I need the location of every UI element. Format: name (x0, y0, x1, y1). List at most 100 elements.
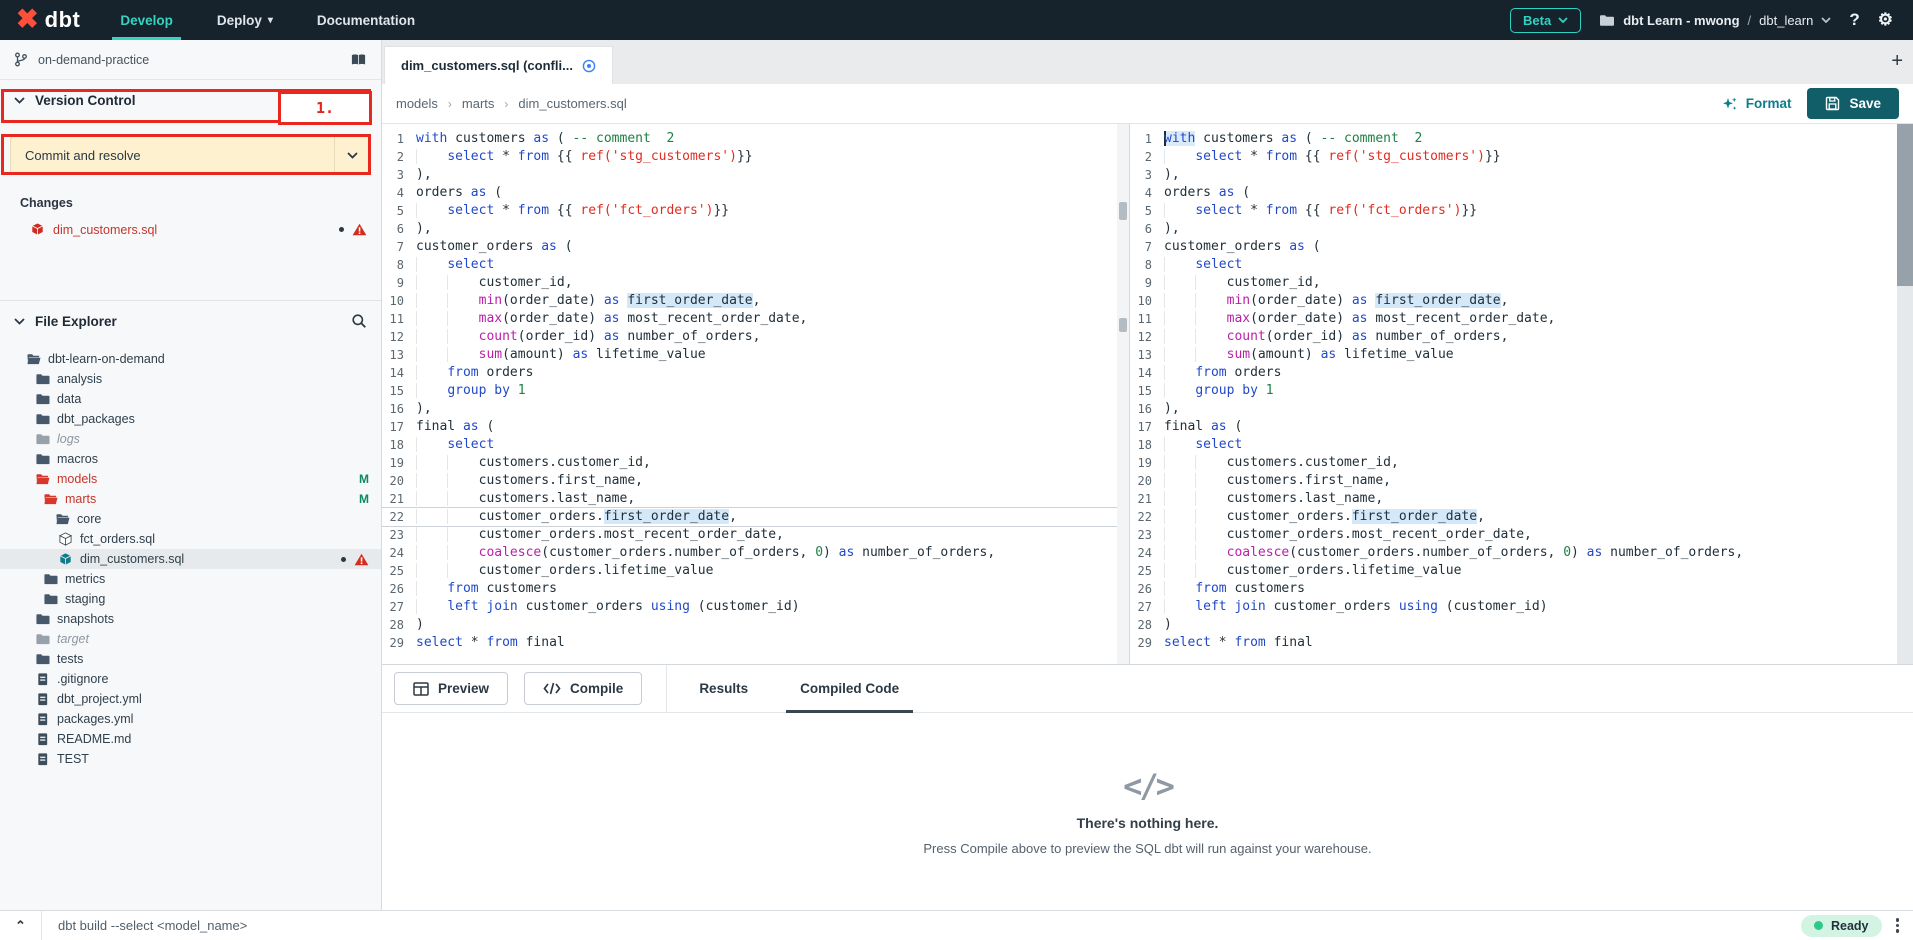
code-line[interactable]: 18 select (382, 436, 1129, 454)
code-line[interactable]: 3), (1130, 166, 1913, 184)
editor-pane-left[interactable]: 1with customers as ( -- comment 22 selec… (382, 124, 1130, 664)
command-panel-toggle[interactable]: ⌃ (0, 911, 42, 940)
code-line[interactable]: 8 select (1130, 256, 1913, 274)
code-line[interactable]: 24 coalesce(customer_orders.number_of_or… (1130, 544, 1913, 562)
file-explorer-header[interactable]: File Explorer (0, 301, 381, 341)
code-line[interactable]: 5 select * from {{ ref('fct_orders')}} (382, 202, 1129, 220)
code-line[interactable]: 5 select * from {{ ref('fct_orders')}} (1130, 202, 1913, 220)
code-line[interactable]: 4orders as ( (382, 184, 1129, 202)
tree-item-tests[interactable]: tests (0, 649, 381, 669)
scrollbar-thumb[interactable] (1119, 318, 1127, 332)
tree-item-dim-customers-sql[interactable]: dim_customers.sql (0, 549, 381, 569)
editor-pane-right[interactable]: 1with customers as ( -- comment 22 selec… (1130, 124, 1913, 664)
code-line[interactable]: 11 max(order_date) as most_recent_order_… (1130, 310, 1913, 328)
pane-scrollbar[interactable] (1117, 124, 1129, 664)
code-line[interactable]: 16), (1130, 400, 1913, 418)
commit-and-resolve-button[interactable]: Commit and resolve (10, 136, 371, 174)
code-line[interactable]: 20 customers.first_name, (382, 472, 1129, 490)
code-line[interactable]: 6), (382, 220, 1129, 238)
code-line[interactable]: 2 select * from {{ ref('stg_customers')}… (382, 148, 1129, 166)
breadcrumb-marts[interactable]: marts (462, 96, 495, 111)
code-line[interactable]: 24 coalesce(customer_orders.number_of_or… (382, 544, 1129, 562)
code-line[interactable]: 2 select * from {{ ref('stg_customers')}… (1130, 148, 1913, 166)
tree-item-logs[interactable]: logs (0, 429, 381, 449)
help-icon[interactable]: ? (1849, 10, 1859, 30)
tree-item-readme-md[interactable]: README.md (0, 729, 381, 749)
code-line[interactable]: 10 min(order_date) as first_order_date, (1130, 292, 1913, 310)
save-button[interactable]: Save (1807, 88, 1899, 119)
preview-button[interactable]: Preview (394, 672, 508, 705)
changed-file-row[interactable]: dim_customers.sql (0, 220, 381, 239)
scrollbar-thumb[interactable] (1897, 124, 1913, 286)
tree-item--gitignore[interactable]: .gitignore (0, 669, 381, 689)
code-line[interactable]: 1with customers as ( -- comment 2 (1130, 130, 1913, 148)
code-line[interactable]: 6), (1130, 220, 1913, 238)
compile-button[interactable]: Compile (524, 672, 642, 705)
code-line[interactable]: 16), (382, 400, 1129, 418)
dbt-logo[interactable]: ✖ dbt (0, 0, 98, 40)
tree-item-metrics[interactable]: metrics (0, 569, 381, 589)
editor-overview-scrollbar[interactable] (1897, 124, 1913, 664)
tree-item-models[interactable]: modelsM (0, 469, 381, 489)
code-line[interactable]: 11 max(order_date) as most_recent_order_… (382, 310, 1129, 328)
docs-book-icon[interactable] (350, 53, 367, 67)
code-line[interactable]: 17final as ( (382, 418, 1129, 436)
code-line[interactable]: 23 customer_orders.most_recent_order_dat… (382, 526, 1129, 544)
tree-item-analysis[interactable]: analysis (0, 369, 381, 389)
tree-item-macros[interactable]: macros (0, 449, 381, 469)
code-line[interactable]: 14 from orders (1130, 364, 1913, 382)
code-line[interactable]: 22 customer_orders.first_order_date, (382, 508, 1129, 526)
code-line[interactable]: 13 sum(amount) as lifetime_value (382, 346, 1129, 364)
code-line[interactable]: 19 customers.customer_id, (382, 454, 1129, 472)
code-line[interactable]: 12 count(order_id) as number_of_orders, (1130, 328, 1913, 346)
code-line[interactable]: 27 left join customer_orders using (cust… (382, 598, 1129, 616)
code-line[interactable]: 13 sum(amount) as lifetime_value (1130, 346, 1913, 364)
code-line[interactable]: 4orders as ( (1130, 184, 1913, 202)
tree-item-dbt-project-yml[interactable]: dbt_project.yml (0, 689, 381, 709)
code-line[interactable]: 29select * from final (1130, 634, 1913, 652)
tab-compiled-code[interactable]: Compiled Code (792, 665, 907, 713)
code-line[interactable]: 7customer_orders as ( (1130, 238, 1913, 256)
code-line[interactable]: 10 min(order_date) as first_order_date, (382, 292, 1129, 310)
breadcrumb-file[interactable]: dim_customers.sql (518, 96, 626, 111)
code-line[interactable]: 22 customer_orders.first_order_date, (1130, 508, 1913, 526)
new-tab-button[interactable]: + (1891, 50, 1903, 73)
code-line[interactable]: 18 select (1130, 436, 1913, 454)
tree-item-test[interactable]: TEST (0, 749, 381, 769)
code-line[interactable]: 25 customer_orders.lifetime_value (382, 562, 1129, 580)
tree-item-dbt-packages[interactable]: dbt_packages (0, 409, 381, 429)
code-line[interactable]: 25 customer_orders.lifetime_value (1130, 562, 1913, 580)
code-line[interactable]: 21 customers.last_name, (1130, 490, 1913, 508)
tree-item-core[interactable]: core (0, 509, 381, 529)
nav-item-deploy[interactable]: Deploy▾ (195, 0, 295, 40)
commit-options-caret[interactable] (334, 137, 370, 173)
scrollbar-thumb[interactable] (1119, 202, 1127, 220)
branch-selector[interactable]: on-demand-practice (0, 40, 381, 80)
code-line[interactable]: 7customer_orders as ( (382, 238, 1129, 256)
format-button[interactable]: Format (1722, 96, 1792, 112)
code-line[interactable]: 19 customers.customer_id, (1130, 454, 1913, 472)
code-line[interactable]: 20 customers.first_name, (1130, 472, 1913, 490)
tree-item-packages-yml[interactable]: packages.yml (0, 709, 381, 729)
code-line[interactable]: 3), (382, 166, 1129, 184)
project-switcher[interactable]: dbt Learn - mwong / dbt_learn (1599, 13, 1831, 28)
code-line[interactable]: 9 customer_id, (382, 274, 1129, 292)
code-line[interactable]: 23 customer_orders.most_recent_order_dat… (1130, 526, 1913, 544)
search-icon[interactable] (351, 313, 367, 329)
code-line[interactable]: 9 customer_id, (1130, 274, 1913, 292)
beta-dropdown[interactable]: Beta (1510, 8, 1581, 33)
tab-results[interactable]: Results (691, 665, 756, 713)
kebab-menu-icon[interactable] (1896, 918, 1900, 933)
tree-item-marts[interactable]: martsM (0, 489, 381, 509)
breadcrumb-models[interactable]: models (396, 96, 438, 111)
code-line[interactable]: 15 group by 1 (382, 382, 1129, 400)
nav-item-documentation[interactable]: Documentation (295, 0, 437, 40)
tree-item-dbt-learn-on-demand[interactable]: dbt-learn-on-demand (0, 349, 381, 369)
code-line[interactable]: 26 from customers (382, 580, 1129, 598)
code-line[interactable]: 26 from customers (1130, 580, 1913, 598)
code-line[interactable]: 15 group by 1 (1130, 382, 1913, 400)
nav-item-develop[interactable]: Develop (98, 0, 195, 40)
gear-icon[interactable]: ⚙ (1878, 10, 1893, 30)
code-line[interactable]: 14 from orders (382, 364, 1129, 382)
tree-item-snapshots[interactable]: snapshots (0, 609, 381, 629)
